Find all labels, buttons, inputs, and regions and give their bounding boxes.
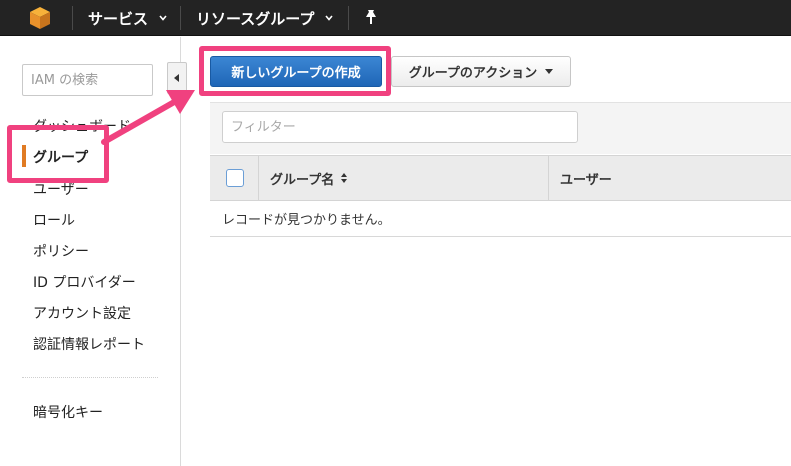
table-header: グループ名 ユーザー [210,155,791,201]
highlight-groups-box [7,125,109,183]
sidebar-item-policies[interactable]: ポリシー [33,241,89,261]
group-name-header-label: グループ名 [270,172,335,188]
nav-divider [180,6,181,30]
iam-search-input[interactable] [22,64,153,96]
group-actions-dropdown[interactable]: グループのアクション [391,56,571,87]
sidebar-divider [22,377,158,378]
nav-divider [72,6,73,30]
sidebar-collapse-button[interactable] [167,62,187,94]
pin-icon[interactable] [363,9,379,27]
resource-groups-menu[interactable]: リソースグループ [196,0,334,36]
filter-input[interactable] [222,111,578,143]
column-divider [548,156,549,200]
sidebar-item-encryption-keys[interactable]: 暗号化キー [33,402,103,422]
users-header-label: ユーザー [560,172,612,188]
select-all-checkbox[interactable] [226,169,244,187]
nav-divider [348,6,349,30]
column-header-group-name[interactable]: グループ名 [270,156,348,200]
highlight-create-button-box [199,46,391,96]
sidebar: ダッシュボード グループ ユーザー ロール ポリシー ID プロバイダー アカウ… [0,37,187,466]
column-divider [258,156,259,200]
top-navigation-bar: サービス リソースグループ [0,0,791,36]
services-label: サービス [88,9,149,28]
sidebar-item-identity-providers[interactable]: ID プロバイダー [33,272,136,292]
chevron-down-icon [325,15,333,21]
empty-table-message: レコードが見つかりません。 [210,201,791,237]
resource-groups-label: リソースグループ [196,9,315,28]
sidebar-item-credential-report[interactable]: 認証情報レポート [33,334,145,354]
sort-icon [341,173,348,183]
chevron-down-icon [159,15,167,21]
chevron-left-icon [174,74,179,82]
services-menu[interactable]: サービス [88,0,168,36]
filter-bar [210,102,791,154]
sidebar-item-account-settings[interactable]: アカウント設定 [33,303,131,323]
aws-cube-icon[interactable] [28,6,52,30]
group-actions-label: グループのアクション [408,66,538,81]
column-header-users[interactable]: ユーザー [560,156,612,200]
caret-down-icon [545,69,554,74]
sidebar-item-roles[interactable]: ロール [33,210,75,230]
